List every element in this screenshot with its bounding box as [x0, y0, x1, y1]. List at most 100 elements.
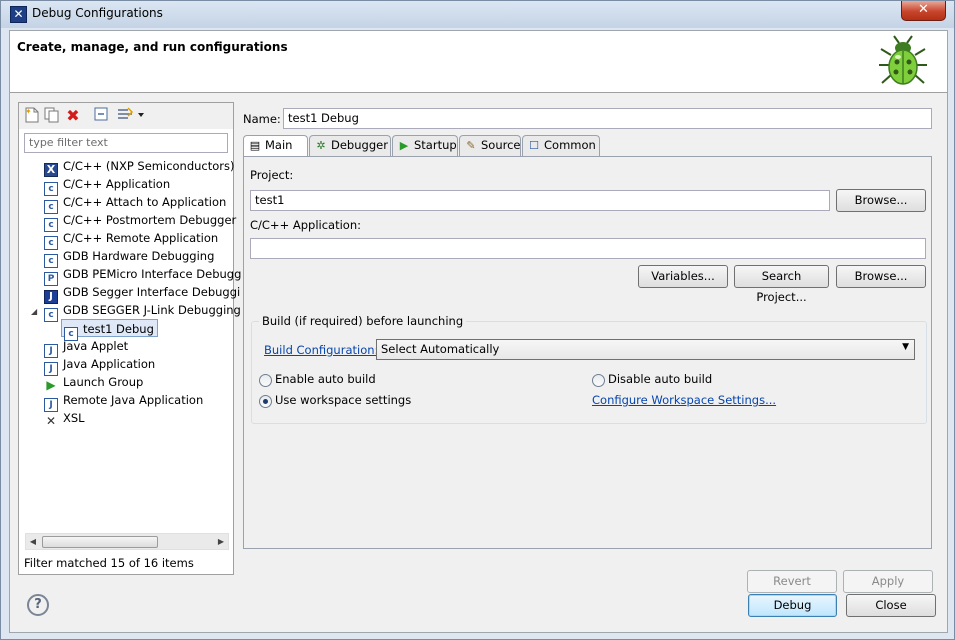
tab-label: Startup: [414, 138, 457, 152]
cpp-application-field[interactable]: [250, 238, 926, 259]
tree-item-label: C/C++ Application: [63, 177, 171, 191]
build-before-launch-group: Build (if required) before launching Bui…: [251, 314, 927, 424]
tree-item-label: test1 Debug: [83, 322, 154, 336]
filter-icon[interactable]: [115, 107, 147, 125]
cpp-application-label: C/C++ Application:: [250, 218, 361, 232]
close-button[interactable]: Close: [846, 594, 936, 617]
tree-item-label: Launch Group: [63, 375, 144, 389]
tree-item-remote-java[interactable]: J Remote Java Application: [44, 391, 204, 412]
help-icon[interactable]: ?: [27, 594, 49, 616]
configuration-list-panel: ✦ ✖ type filter text X C/C++ (NXP Semicon…: [18, 102, 241, 575]
debug-button[interactable]: Debug: [748, 594, 837, 617]
apply-button[interactable]: Apply: [843, 570, 933, 593]
tree-item-xsl[interactable]: ✕ XSL: [44, 409, 85, 427]
configure-workspace-settings-link[interactable]: Configure Workspace Settings...: [592, 393, 776, 407]
use-workspace-settings-label[interactable]: Use workspace settings: [275, 393, 411, 407]
dialog-client-area: Create, manage, and run configurations ✦: [9, 30, 948, 633]
project-label: Project:: [250, 168, 294, 182]
tree-item-java-application[interactable]: J Java Application: [44, 355, 155, 376]
tree-item-gdb-hardware[interactable]: c GDB Hardware Debugging: [44, 247, 215, 268]
tab-label: Source: [481, 138, 521, 152]
main-tab-panel: Project: test1 Browse... C/C++ Applicati…: [243, 156, 932, 549]
tree-item-cpp-postmortem[interactable]: c C/C++ Postmortem Debugger: [44, 211, 237, 232]
tree-item-label: GDB Hardware Debugging: [63, 249, 215, 263]
configuration-name-field[interactable]: test1 Debug: [283, 108, 932, 129]
tree-item-label: GDB SEGGER J-Link Debugging: [63, 303, 241, 317]
build-configuration-value: Select Automatically: [381, 342, 500, 356]
dialog-header: Create, manage, and run configurations: [10, 31, 947, 93]
disable-auto-build-radio[interactable]: [592, 374, 605, 387]
title-bar: ✕ Debug Configurations ✕: [1, 1, 954, 28]
scroll-right-arrow-icon[interactable]: ▶: [214, 534, 228, 549]
tree-item-label: Java Applet: [63, 339, 129, 353]
tab-startup[interactable]: ▶ Startup: [392, 135, 458, 156]
main-tab-icon: ▤: [249, 139, 261, 152]
tree-item-label: C/C++ Attach to Application: [63, 195, 227, 209]
scrollbar-thumb[interactable]: [42, 536, 158, 548]
revert-button[interactable]: Revert: [747, 570, 837, 593]
svg-text:✦: ✦: [25, 107, 32, 116]
build-group-title: Build (if required) before launching: [259, 314, 467, 328]
tree-item-gdb-segger-interface[interactable]: J GDB Segger Interface Debuggi: [44, 283, 241, 304]
tree-item-label: GDB PEMicro Interface Debugg: [63, 267, 242, 281]
application-browse-button[interactable]: Browse...: [836, 265, 926, 288]
collapse-all-icon[interactable]: [92, 107, 110, 125]
tree-item-cpp-application[interactable]: c C/C++ Application: [44, 175, 171, 196]
window-close-button[interactable]: ✕: [901, 1, 946, 21]
filter-status-text: Filter matched 15 of 16 items: [24, 556, 194, 570]
new-configuration-icon[interactable]: ✦: [23, 107, 41, 125]
eclipse-debug-icon: ✕: [10, 6, 27, 23]
tree-item-label: GDB Segger Interface Debuggi: [63, 285, 241, 299]
search-project-button[interactable]: Search Project...: [734, 265, 829, 304]
tab-label: Debugger: [331, 138, 388, 152]
tree-item-label: C/C++ Postmortem Debugger: [63, 213, 237, 227]
tree-item-cpp-attach[interactable]: c C/C++ Attach to Application: [44, 193, 227, 214]
delete-icon[interactable]: ✖: [64, 107, 82, 125]
tab-label: Main: [265, 138, 293, 152]
debug-bug-icon: [879, 35, 927, 85]
tab-debugger[interactable]: ✲ Debugger: [309, 135, 391, 156]
tree-item-cpp-nxp[interactable]: X C/C++ (NXP Semiconductors): [44, 157, 235, 177]
build-configuration-link[interactable]: Build Configuration:: [264, 343, 378, 357]
variables-button[interactable]: Variables...: [638, 265, 728, 288]
configuration-toolbar: ✦ ✖: [19, 103, 233, 129]
configuration-editor-panel: Name: test1 Debug ▤ Main ✲ Debugger ▶ Start…: [242, 102, 940, 593]
startup-tab-icon: ▶: [399, 139, 409, 152]
enable-auto-build-radio[interactable]: [259, 374, 272, 387]
use-workspace-settings-radio[interactable]: [259, 395, 272, 408]
scroll-left-arrow-icon[interactable]: ◀: [26, 534, 40, 549]
name-label: Name:: [243, 112, 281, 126]
common-tab-icon: ☐: [529, 139, 539, 152]
debug-configurations-window: ✕ Debug Configurations ✕ Create, manage,…: [0, 0, 955, 640]
tab-main[interactable]: ▤ Main: [243, 135, 308, 158]
tree-item-test1-debug[interactable]: c test1 Debug: [61, 319, 158, 341]
window-title: Debug Configurations: [32, 6, 163, 20]
build-configuration-select[interactable]: Select Automatically ▼: [376, 339, 915, 360]
tree-item-label: C/C++ Remote Application: [63, 231, 219, 245]
cpp-config-icon: c: [44, 308, 58, 322]
tree-item-cpp-remote[interactable]: c C/C++ Remote Application: [44, 229, 219, 250]
tab-source[interactable]: ✎ Source: [459, 135, 521, 156]
chevron-down-icon: ▼: [902, 342, 909, 352]
filter-input[interactable]: type filter text: [24, 133, 228, 153]
tree-item-gdb-segger-jlink[interactable]: ◢ c GDB SEGGER J-Link Debugging: [31, 301, 241, 322]
tree-item-label: XSL: [63, 411, 85, 425]
tree-item-label: C/C++ (NXP Semiconductors): [63, 159, 235, 173]
tree-horizontal-scrollbar[interactable]: ◀ ▶: [25, 533, 229, 550]
tree-item-launch-group[interactable]: ▶ Launch Group: [44, 373, 143, 391]
project-field[interactable]: test1: [250, 190, 830, 211]
dialog-header-title: Create, manage, and run configurations: [17, 40, 288, 54]
debugger-tab-icon: ✲: [316, 139, 326, 152]
duplicate-icon[interactable]: [43, 107, 61, 125]
xsl-icon: ✕: [45, 414, 57, 428]
project-browse-button[interactable]: Browse...: [836, 189, 926, 212]
source-tab-icon: ✎: [466, 139, 476, 152]
tab-common[interactable]: ☐ Common: [522, 135, 600, 156]
expanded-arrow-icon[interactable]: ◢: [31, 303, 44, 321]
tab-label: Common: [544, 138, 596, 152]
tree-item-java-applet[interactable]: J Java Applet: [44, 337, 129, 358]
enable-auto-build-label[interactable]: Enable auto build: [275, 372, 376, 386]
tree-item-gdb-pemicro[interactable]: P GDB PEMicro Interface Debugg: [44, 265, 242, 286]
tree-item-label: Remote Java Application: [63, 393, 204, 407]
disable-auto-build-label[interactable]: Disable auto build: [608, 372, 712, 386]
